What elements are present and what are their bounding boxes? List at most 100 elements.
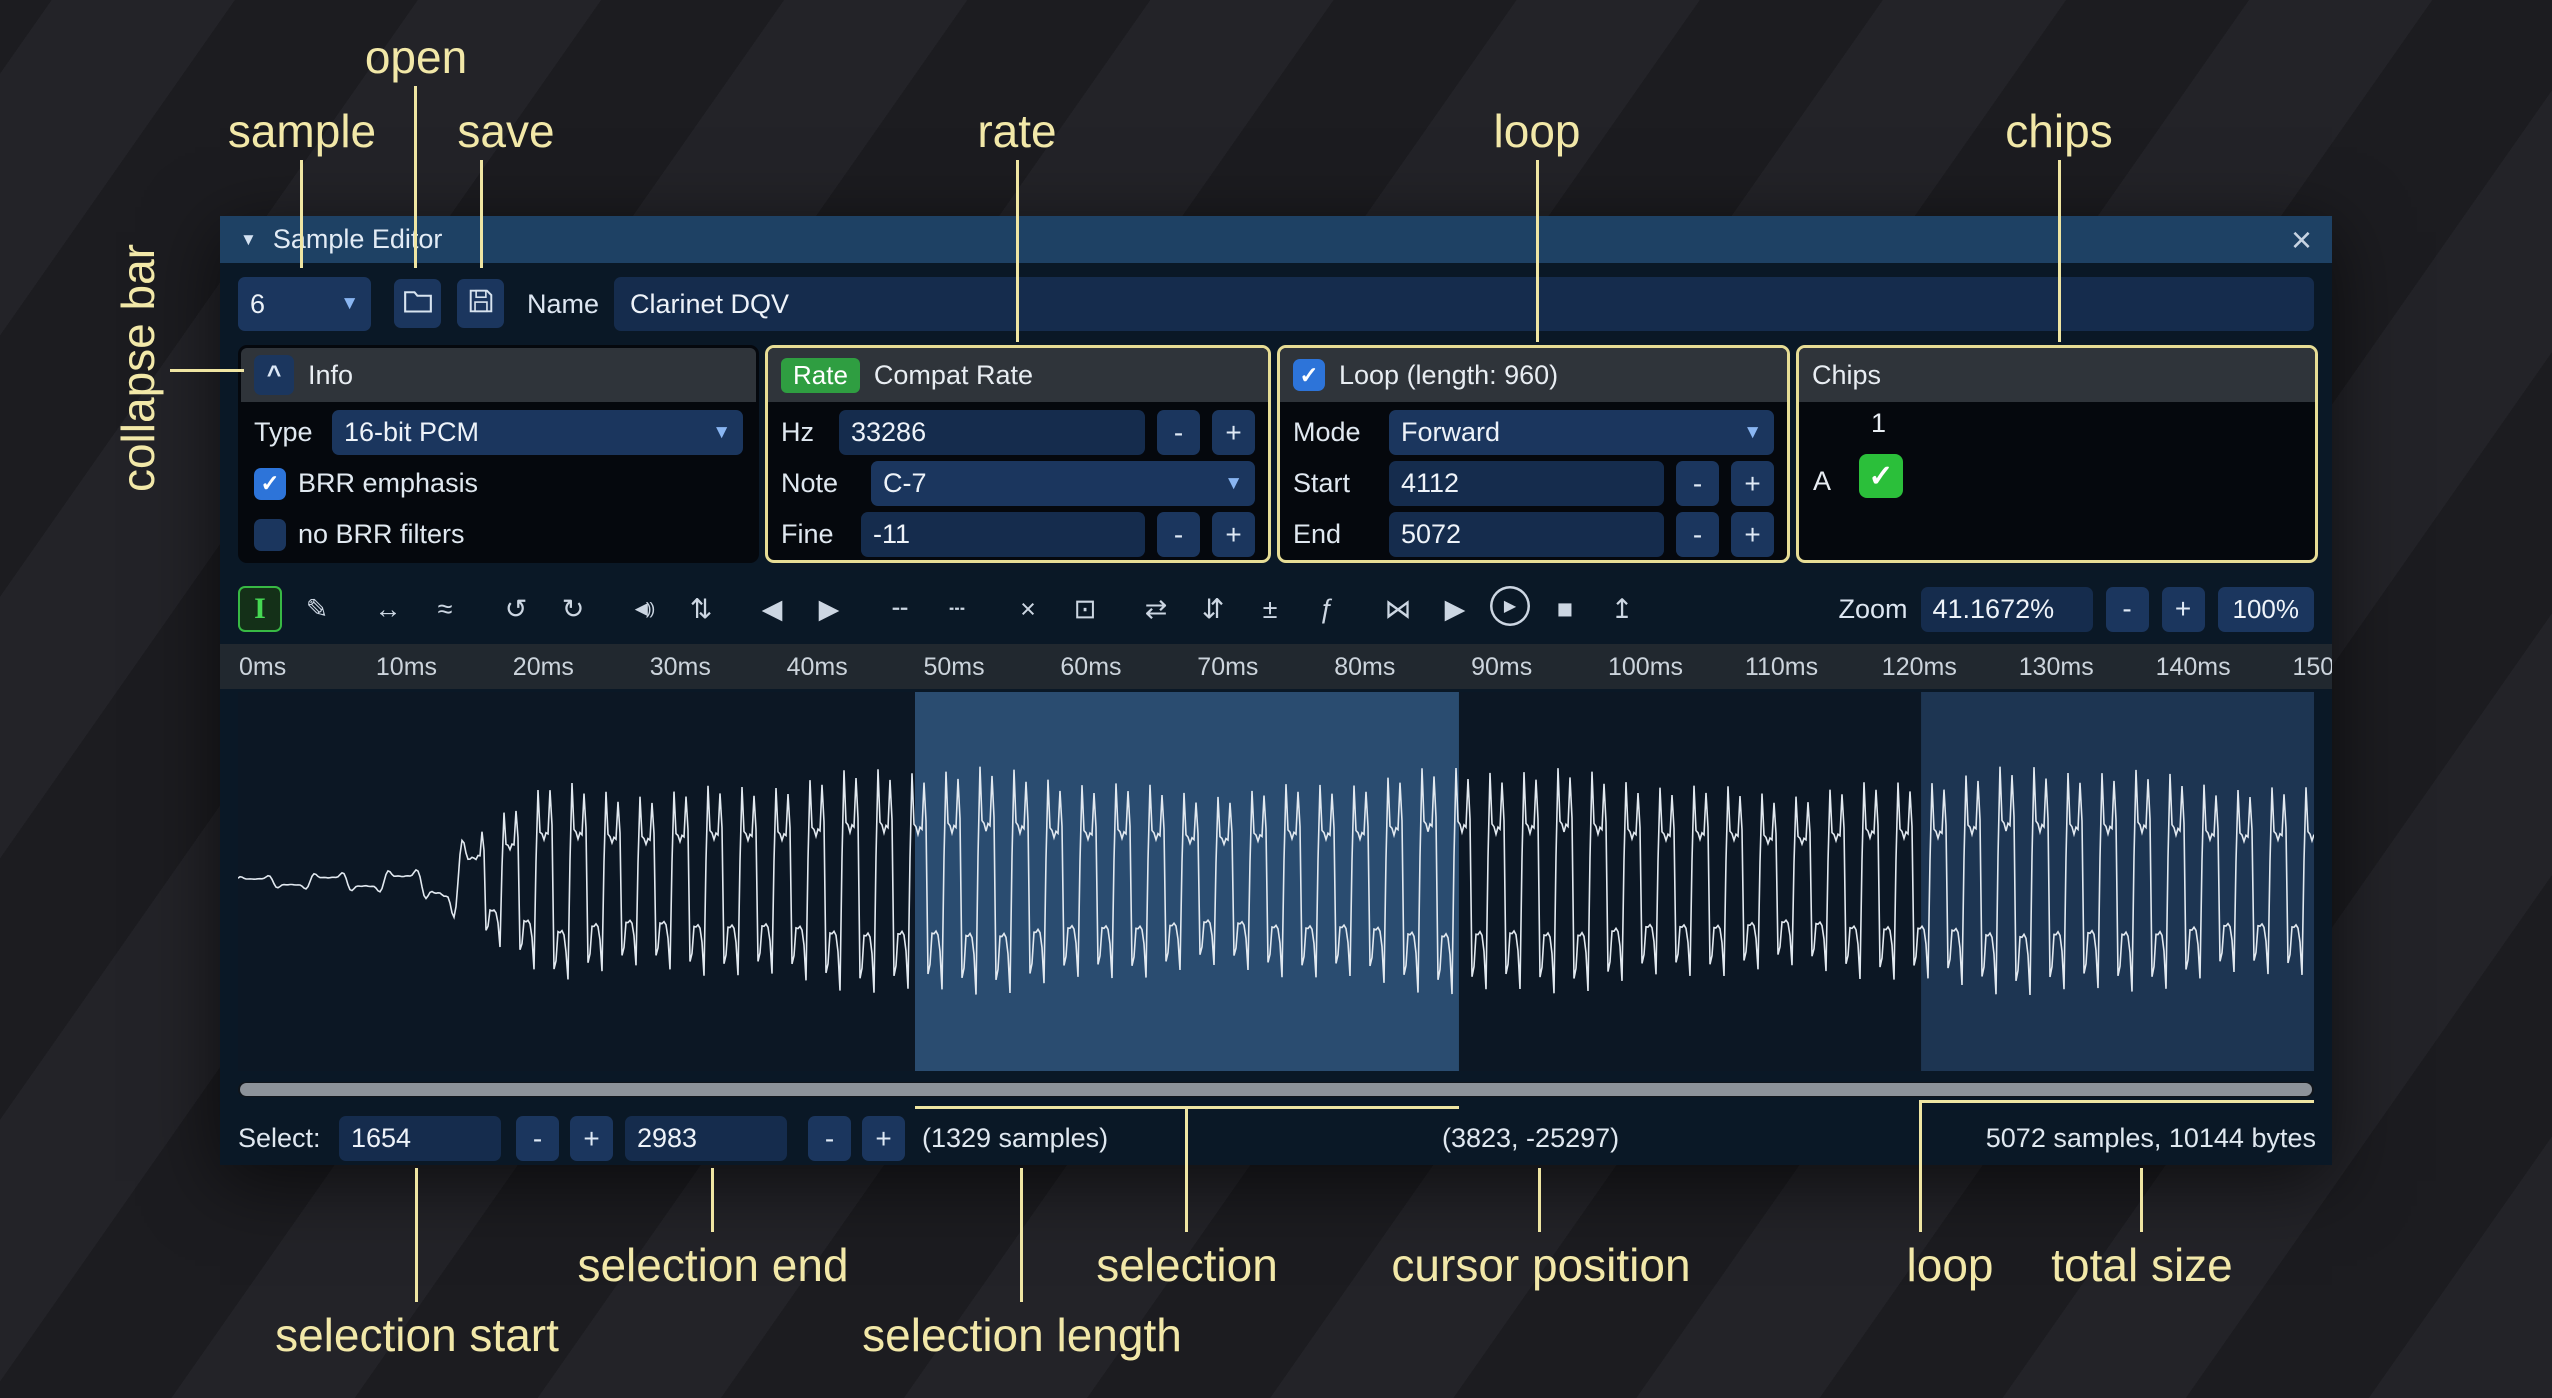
timeline-ruler: 0ms10ms20ms30ms40ms50ms60ms70ms80ms90ms1…: [220, 644, 2332, 689]
scrollbar-thumb[interactable]: [240, 1083, 2312, 1096]
chips-panel: Chips 1 A ✓: [1796, 345, 2318, 563]
loop-start-value: 4112: [1401, 468, 1459, 499]
zoom-out-button[interactable]: -: [2106, 587, 2149, 632]
no-brr-filters-checkbox[interactable]: [254, 519, 286, 551]
selection-end-input[interactable]: 2983: [625, 1116, 787, 1161]
hz-plus-button[interactable]: +: [1212, 410, 1255, 455]
fade-in-button[interactable]: ▶: [807, 586, 851, 632]
amplify-button[interactable]: ◀)): [622, 586, 666, 632]
hz-input[interactable]: 33286: [839, 410, 1145, 455]
timeline-label: 0ms: [239, 653, 286, 682]
delete-button[interactable]: ×: [1006, 586, 1050, 632]
note-dropdown[interactable]: C-7 ▼: [871, 461, 1255, 506]
annotation-line-chips: [2058, 160, 2061, 342]
waveform-view[interactable]: [238, 692, 2314, 1071]
brr-emphasis-checkbox[interactable]: ✓: [254, 468, 286, 500]
resample-button[interactable]: ≈: [423, 586, 467, 632]
chevron-down-icon: ▼: [340, 293, 359, 315]
selection-start-minus-button[interactable]: -: [516, 1116, 559, 1161]
close-icon[interactable]: ×: [2291, 222, 2312, 258]
type-dropdown[interactable]: 16-bit PCM ▼: [332, 410, 743, 455]
sample-editor-window: ▼ Sample Editor × 6 ▼ Name Clarinet DQV: [220, 216, 2332, 1165]
info-panel-header: ^ Info: [241, 348, 756, 402]
crossfade-button[interactable]: ⋈: [1376, 586, 1420, 632]
selection-start-plus-button[interactable]: +: [570, 1116, 613, 1161]
draw-mode-button[interactable]: ✎: [295, 586, 339, 632]
waveform-scrollbar[interactable]: [238, 1082, 2314, 1097]
trim-button[interactable]: ⊡: [1063, 586, 1107, 632]
loop-header-label: Loop (length: 960): [1339, 360, 1558, 391]
preview-loop-button[interactable]: ▶: [1490, 586, 1530, 626]
check-icon: ✓: [1299, 362, 1318, 389]
page-background: ▼ Sample Editor × 6 ▼ Name Clarinet DQV: [0, 0, 2552, 1398]
sign-button[interactable]: ±: [1248, 586, 1292, 632]
resize-button[interactable]: ↔: [366, 586, 410, 632]
selection-start-input[interactable]: 1654: [339, 1116, 501, 1161]
chip-enable-checkbox[interactable]: ✓: [1859, 454, 1903, 498]
annotation-line-total-size: [2140, 1168, 2143, 1232]
loop-mode-dropdown[interactable]: Forward ▼: [1389, 410, 1774, 455]
undo-button[interactable]: ↺: [494, 586, 538, 632]
type-label: Type: [254, 417, 320, 448]
zoom-input[interactable]: 41.1672%: [1921, 587, 2093, 632]
annotation-line-save: [480, 160, 483, 268]
loop-end-plus-button[interactable]: +: [1731, 512, 1774, 557]
redo-button[interactable]: ↻: [551, 586, 595, 632]
chip-column-header: 1: [1871, 408, 1886, 439]
zoom-in-button[interactable]: +: [2162, 587, 2205, 632]
reverse-button[interactable]: ⇄: [1134, 586, 1178, 632]
window-titlebar[interactable]: ▼ Sample Editor ×: [220, 216, 2332, 263]
loop-start-label: Start: [1293, 468, 1377, 499]
loop-start-plus-button[interactable]: +: [1731, 461, 1774, 506]
collapse-bar-button[interactable]: ^: [254, 355, 294, 395]
brr-emphasis-label: BRR emphasis: [298, 468, 478, 499]
apply-silence-button[interactable]: ┄: [935, 586, 979, 632]
fine-input[interactable]: -11: [861, 512, 1145, 557]
status-row: Select: 1654 - + 2983 - + (1329 samples)…: [220, 1112, 2332, 1165]
zoom-reset-button[interactable]: 100%: [2218, 587, 2315, 632]
loop-start-minus-button[interactable]: -: [1676, 461, 1719, 506]
open-button[interactable]: [394, 279, 441, 328]
select-mode-button[interactable]: I: [238, 586, 282, 632]
fade-out-button[interactable]: ◀: [750, 586, 794, 632]
annotation-loop: loop: [1494, 104, 1581, 158]
insert-silence-button[interactable]: ╌: [878, 586, 922, 632]
annotation-line-selection-length: [1020, 1168, 1023, 1302]
toolbar-group: I✎: [238, 586, 339, 632]
selection-end-plus-button[interactable]: +: [862, 1116, 905, 1161]
fine-plus-button[interactable]: +: [1212, 512, 1255, 557]
toolbar-group: ◀)) ⇅: [622, 586, 723, 632]
timeline-label: 80ms: [1334, 653, 1395, 682]
normalize-button[interactable]: ⇅: [679, 586, 723, 632]
timeline-label: 100ms: [1608, 653, 1683, 682]
waveform-svg: [238, 692, 2314, 1071]
loop-end-label: End: [1293, 519, 1377, 550]
stop-button[interactable]: ■: [1543, 586, 1587, 632]
annotation-save: save: [457, 104, 554, 158]
save-button[interactable]: [457, 279, 504, 328]
loop-end-input[interactable]: 5072: [1389, 512, 1664, 557]
no-brr-filters-label: no BRR filters: [298, 519, 465, 550]
filter-button[interactable]: ƒ: [1305, 586, 1349, 632]
select-label: Select:: [238, 1112, 321, 1165]
preview-button[interactable]: ▶: [1433, 586, 1477, 632]
window-collapse-icon[interactable]: ▼: [240, 230, 257, 250]
total-size-text: 5072 samples, 10144 bytes: [1986, 1112, 2316, 1165]
loop-enable-checkbox[interactable]: ✓: [1293, 359, 1325, 391]
loop-end-minus-button[interactable]: -: [1676, 512, 1719, 557]
rate-panel-header: Rate Compat Rate: [768, 348, 1268, 402]
invert-button[interactable]: ⇵: [1191, 586, 1235, 632]
annotation-line-cursor-position: [1538, 1168, 1541, 1232]
import-button[interactable]: ↥: [1600, 586, 1644, 632]
chips-header-label: Chips: [1812, 360, 1881, 391]
sample-name-value: Clarinet DQV: [630, 289, 789, 320]
sample-selector[interactable]: 6 ▼: [238, 277, 371, 331]
fine-minus-button[interactable]: -: [1157, 512, 1200, 557]
selection-length-text: (1329 samples): [922, 1112, 1108, 1165]
loop-start-input[interactable]: 4112: [1389, 461, 1664, 506]
timeline-label: 50ms: [924, 653, 985, 682]
selection-end-minus-button[interactable]: -: [808, 1116, 851, 1161]
annotation-loop-bottom: loop: [1907, 1238, 1994, 1292]
hz-minus-button[interactable]: -: [1157, 410, 1200, 455]
timeline-label: 90ms: [1471, 653, 1532, 682]
